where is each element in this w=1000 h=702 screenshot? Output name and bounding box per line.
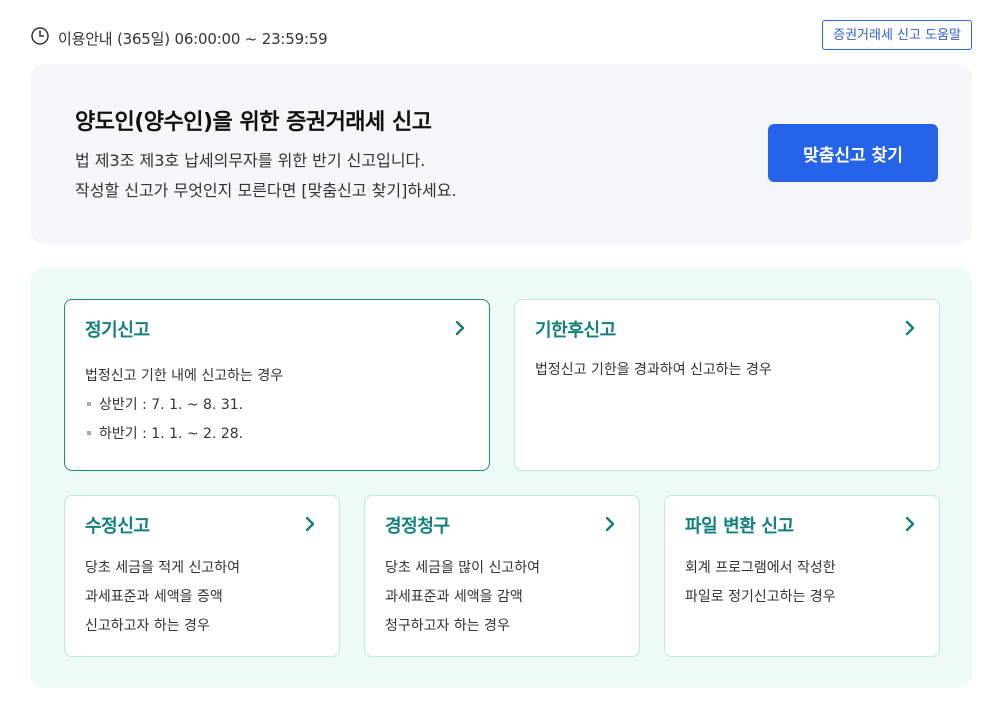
- card-description: 당초 세금을 적게 신고하여 과세표준과 세액을 증액 신고하고자 하는 경우: [85, 554, 240, 641]
- period-text: 하반기 : 1. 1. ~ 2. 28.: [99, 426, 244, 442]
- card-regular-report[interactable]: 정기신고 법정신고 기한 내에 신고하는 경우 상반기 : 7. 1. ~ 8.…: [64, 299, 490, 471]
- hero-desc-line: 작성할 신고가 무엇인지 모른다면 [맞춤신고 찾기]하세요.: [75, 181, 457, 200]
- card-description: 법정신고 기한을 경과하여 신고하는 경우: [535, 356, 772, 385]
- page-title: 양도인(양수인)을 위한 증권거래세 신고: [75, 110, 432, 135]
- card-description: 회계 프로그램에서 작성한 파일로 정기신고하는 경우: [685, 554, 836, 612]
- card-desc-line: 법정신고 기한을 경과하여 신고하는 경우: [535, 362, 772, 378]
- card-desc-line: 과세표준과 세액을 감액: [385, 589, 523, 605]
- period-item: 상반기 : 7. 1. ~ 8. 31.: [85, 391, 283, 420]
- card-late-report[interactable]: 기한후신고 법정신고 기한을 경과하여 신고하는 경우: [514, 299, 940, 471]
- tax-help-button[interactable]: 증권거래세 신고 도움말: [822, 20, 972, 50]
- card-desc-line: 파일로 정기신고하는 경우: [685, 589, 836, 605]
- card-desc-line: 회계 프로그램에서 작성한: [685, 560, 836, 576]
- card-description: 법정신고 기한 내에 신고하는 경우 상반기 : 7. 1. ~ 8. 31. …: [85, 362, 283, 449]
- card-refund-claim[interactable]: 경정청구 당초 세금을 많이 신고하여 과세표준과 세액을 감액 청구하고자 하…: [364, 495, 640, 657]
- find-custom-report-button[interactable]: 맞춤신고 찾기: [768, 124, 938, 182]
- top-bar: 이용안내 (365일) 06:00:00 ~ 23:59:59 증권거래세 신고…: [30, 20, 972, 52]
- card-desc-line: 당초 세금을 적게 신고하여: [85, 560, 241, 576]
- card-description: 당초 세금을 많이 신고하여 과세표준과 세액을 감액 청구하고자 하는 경우: [385, 554, 540, 641]
- chevron-right-icon: [453, 319, 467, 337]
- card-title: 파일 변환 신고: [685, 516, 794, 537]
- chevron-right-icon: [903, 319, 917, 337]
- card-title: 기한후신고: [535, 320, 616, 341]
- period-item: 하반기 : 1. 1. ~ 2. 28.: [85, 420, 283, 449]
- hero-desc-line: 법 제3조 제3호 납세의무자를 위한 반기 신고입니다.: [75, 151, 426, 170]
- card-amended-report[interactable]: 수정신고 당초 세금을 적게 신고하여 과세표준과 세액을 증액 신고하고자 하…: [64, 495, 340, 657]
- report-type-panel: 정기신고 법정신고 기한 내에 신고하는 경우 상반기 : 7. 1. ~ 8.…: [30, 268, 972, 688]
- card-file-conversion-report[interactable]: 파일 변환 신고 회계 프로그램에서 작성한 파일로 정기신고하는 경우: [664, 495, 940, 657]
- card-title: 수정신고: [85, 516, 150, 537]
- card-title: 정기신고: [85, 320, 150, 341]
- card-desc-line: 신고하고자 하는 경우: [85, 618, 210, 634]
- chevron-right-icon: [303, 515, 317, 533]
- period-text: 상반기 : 7. 1. ~ 8. 31.: [99, 397, 244, 413]
- chevron-right-icon: [603, 515, 617, 533]
- hero-banner: 양도인(양수인)을 위한 증권거래세 신고 법 제3조 제3호 납세의무자를 위…: [30, 64, 972, 244]
- chevron-right-icon: [903, 515, 917, 533]
- service-hours-text: 이용안내 (365일) 06:00:00 ~ 23:59:59: [58, 29, 328, 48]
- card-desc-line: 청구하고자 하는 경우: [385, 618, 510, 634]
- card-desc-line: 법정신고 기한 내에 신고하는 경우: [85, 368, 284, 384]
- service-hours: 이용안내 (365일) 06:00:00 ~ 23:59:59: [30, 26, 328, 50]
- hero-description: 법 제3조 제3호 납세의무자를 위한 반기 신고입니다. 작성할 신고가 무엇…: [75, 146, 457, 206]
- card-desc-line: 과세표준과 세액을 증액: [85, 589, 223, 605]
- clock-icon: [30, 26, 50, 50]
- card-title: 경정청구: [385, 516, 450, 537]
- card-desc-line: 당초 세금을 많이 신고하여: [385, 560, 541, 576]
